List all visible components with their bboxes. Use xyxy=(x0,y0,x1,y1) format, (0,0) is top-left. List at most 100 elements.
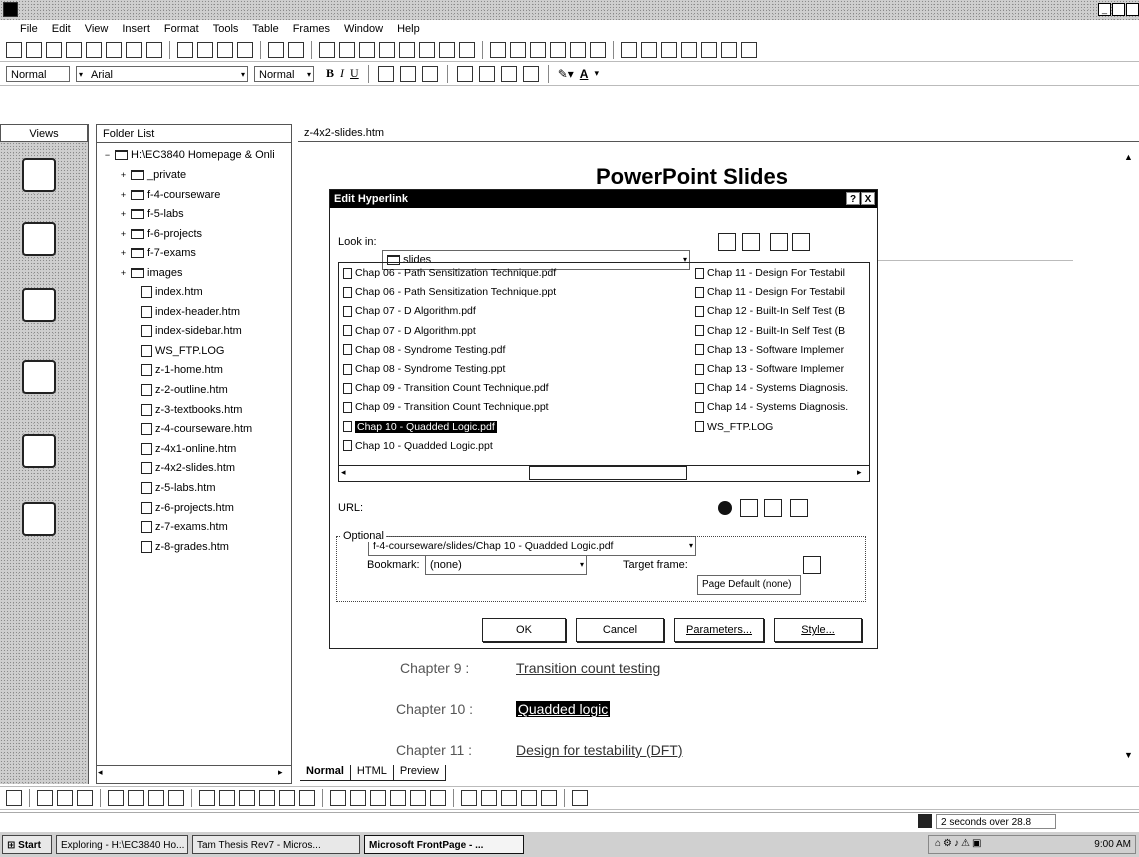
resample-icon[interactable] xyxy=(430,790,446,806)
redo-icon[interactable] xyxy=(288,41,304,58)
expand-icon[interactable]: + xyxy=(119,229,128,239)
folder-hscroll[interactable]: ◂ ▸ xyxy=(96,765,292,782)
file-list-item[interactable]: WS_FTP.LOG xyxy=(695,421,773,433)
tray-icons[interactable]: ⌂⚙♪⚠▣ xyxy=(935,838,983,849)
bevel-icon[interactable] xyxy=(410,790,426,806)
align-middle-icon[interactable] xyxy=(641,41,657,58)
tree-file[interactable]: z-2-outline.htm xyxy=(141,384,228,396)
tree-folder[interactable]: + images xyxy=(119,267,183,279)
expand-icon[interactable]: + xyxy=(119,268,128,278)
file-list-item[interactable]: Chap 08 - Syndrome Testing.ppt xyxy=(343,363,505,375)
file-list-item[interactable]: Chap 09 - Transition Count Technique.ppt xyxy=(343,401,549,413)
crop-icon[interactable] xyxy=(330,790,346,806)
file-list-item[interactable]: Chap 06 - Path Sensitization Technique.p… xyxy=(343,267,556,279)
expand-icon[interactable]: + xyxy=(119,248,128,258)
parameters-button[interactable]: Parameters... xyxy=(674,618,764,642)
tree-file[interactable]: z-4x2-slides.htm xyxy=(141,462,235,475)
scroll-down-arrow[interactable]: ▼ xyxy=(1124,750,1133,760)
menu-frames[interactable]: Frames xyxy=(293,23,330,35)
new-page-icon[interactable] xyxy=(790,499,808,517)
view-tab-html[interactable]: HTML xyxy=(350,765,394,781)
pencil-icon[interactable] xyxy=(490,41,506,58)
menu-file[interactable]: File xyxy=(20,23,38,35)
file-list-item[interactable]: Chap 13 - Software Implemer xyxy=(695,344,844,356)
publish-icon[interactable] xyxy=(66,41,82,58)
font-select[interactable]: ▾ Arial ▾ xyxy=(76,65,248,82)
show-all-icon[interactable] xyxy=(439,41,455,58)
eraser-icon[interactable] xyxy=(510,41,526,58)
cancel-button[interactable]: Cancel xyxy=(576,618,664,642)
print-preview-icon[interactable] xyxy=(126,41,142,58)
decrease-indent-icon[interactable] xyxy=(500,65,517,82)
less-contrast-icon[interactable] xyxy=(259,790,275,806)
merge-cells-icon[interactable] xyxy=(570,41,586,58)
scroll-up-arrow[interactable]: ▲ xyxy=(1124,152,1133,162)
insert-component-icon[interactable] xyxy=(319,41,335,58)
view-tab-normal[interactable]: Normal xyxy=(300,765,351,781)
insert-table-icon[interactable] xyxy=(6,790,22,806)
font-color-icon[interactable]: A xyxy=(580,67,589,81)
browse-web-icon[interactable] xyxy=(716,499,734,517)
file-list-item[interactable]: Chap 07 - D Algorithm.ppt xyxy=(343,325,476,337)
expand-icon[interactable]: + xyxy=(119,190,128,200)
file-list-item[interactable]: Chap 11 - Design For Testabil xyxy=(695,286,845,298)
tree-folder[interactable]: + f-7-exams xyxy=(119,247,196,259)
draw-shape-icon[interactable] xyxy=(37,790,53,806)
tasks-view-icon[interactable] xyxy=(22,502,56,536)
tree-file[interactable]: index.htm xyxy=(141,286,203,298)
align-left-icon[interactable] xyxy=(377,65,394,82)
view-tab-preview[interactable]: Preview xyxy=(393,765,446,781)
select-icon[interactable] xyxy=(461,790,477,806)
taskbar-button[interactable]: Tam Thesis Rev7 - Micros... xyxy=(192,835,360,854)
list-view-icon[interactable] xyxy=(770,233,788,251)
set-transparent-icon[interactable] xyxy=(350,790,366,806)
rotate-right-icon[interactable] xyxy=(168,790,184,806)
paste-icon[interactable] xyxy=(217,41,233,58)
flip-vertical-icon[interactable] xyxy=(219,790,235,806)
rotate-left-icon[interactable] xyxy=(148,790,164,806)
menu-format[interactable]: Format xyxy=(164,23,199,35)
polygon-hotspot-icon[interactable] xyxy=(521,790,537,806)
size-select[interactable]: Normal ▾ xyxy=(254,65,314,82)
help-icon[interactable] xyxy=(459,41,475,58)
dialog-close-button[interactable]: X xyxy=(861,192,875,205)
open-icon[interactable] xyxy=(26,41,42,58)
menu-table[interactable]: Table xyxy=(252,23,278,35)
tree-folder[interactable]: + f-6-projects xyxy=(119,228,202,240)
email-link-icon[interactable] xyxy=(764,499,782,517)
wash-out-icon[interactable] xyxy=(390,790,406,806)
increase-indent-icon[interactable] xyxy=(522,65,539,82)
up-one-level-icon[interactable] xyxy=(718,233,736,251)
file-list-item[interactable]: Chap 14 - Systems Diagnosis. xyxy=(695,401,848,413)
app-icon[interactable] xyxy=(3,2,18,17)
folder-list-icon[interactable] xyxy=(86,41,102,58)
help-button[interactable]: ? xyxy=(846,192,860,205)
new-folder-icon[interactable] xyxy=(742,233,760,251)
new-page-icon[interactable] xyxy=(6,41,22,58)
style-button[interactable]: Style... xyxy=(774,618,862,642)
file-list-item[interactable]: Chap 12 - Built-In Self Test (B xyxy=(695,305,845,317)
tree-folder[interactable]: + f-5-labs xyxy=(119,208,184,220)
stop-icon[interactable] xyxy=(419,41,435,58)
highlight-icon[interactable]: ✎▾ xyxy=(558,67,574,81)
underline-button[interactable]: U xyxy=(350,66,359,81)
fill-color-icon[interactable] xyxy=(721,41,737,58)
details-view-icon[interactable] xyxy=(792,233,810,251)
autofit-icon[interactable] xyxy=(741,41,757,58)
minimize-button[interactable]: _ xyxy=(1098,3,1111,16)
numbered-list-icon[interactable] xyxy=(456,65,473,82)
taskbar-button[interactable]: Exploring - H:\EC3840 Ho... xyxy=(56,835,188,854)
hyperlink-icon[interactable] xyxy=(379,41,395,58)
hyperlinks-view-icon[interactable] xyxy=(22,434,56,468)
file-list-item[interactable]: Chap 11 - Design For Testabil xyxy=(695,267,845,279)
insert-picture-icon[interactable] xyxy=(359,41,375,58)
file-list-item[interactable]: Chap 12 - Built-In Self Test (B xyxy=(695,325,845,337)
menu-view[interactable]: View xyxy=(85,23,109,35)
page-view-icon[interactable] xyxy=(22,158,56,192)
taskbar-button[interactable]: Microsoft FrontPage - ... xyxy=(364,835,524,854)
tree-root[interactable]: − H:\EC3840 Homepage & Onli xyxy=(103,149,275,161)
file-list-item[interactable]: Chap 08 - Syndrome Testing.pdf xyxy=(343,344,505,356)
file-list-item[interactable]: Chap 10 - Quadded Logic.pdf xyxy=(343,420,497,433)
undo-icon[interactable] xyxy=(268,41,284,58)
restore-icon[interactable] xyxy=(572,790,588,806)
